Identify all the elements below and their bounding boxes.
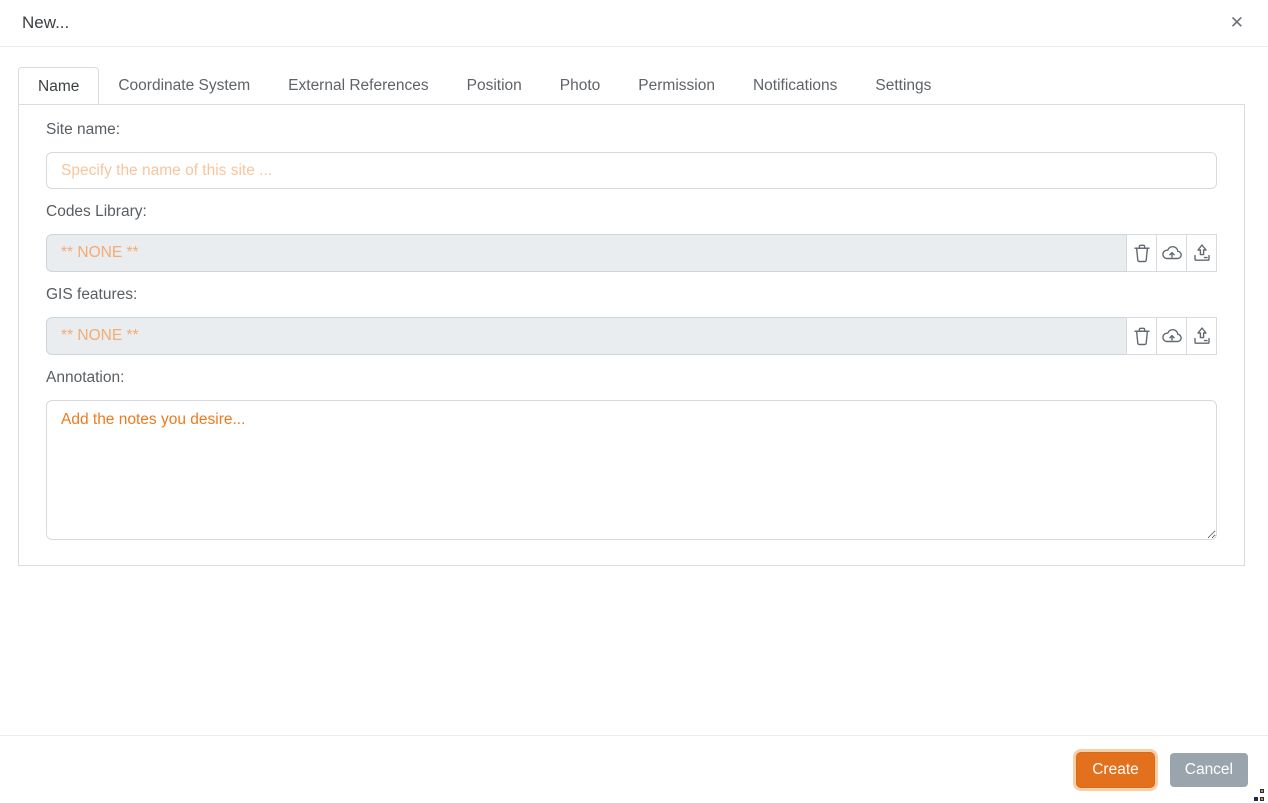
create-button[interactable]: Create bbox=[1076, 751, 1155, 788]
close-icon[interactable]: ✕ bbox=[1230, 12, 1244, 34]
tab-position[interactable]: Position bbox=[448, 67, 541, 104]
tab-notifications[interactable]: Notifications bbox=[734, 67, 856, 104]
gis-features-cloud-upload-button[interactable] bbox=[1156, 317, 1187, 355]
annotation-label: Annotation: bbox=[46, 369, 125, 386]
trash-icon bbox=[1133, 326, 1151, 346]
dialog-title: New... bbox=[22, 13, 70, 32]
gis-features-value[interactable] bbox=[46, 317, 1127, 355]
tab-external-references[interactable]: External References bbox=[269, 67, 447, 104]
cloud-upload-icon bbox=[1161, 244, 1183, 262]
tab-settings[interactable]: Settings bbox=[856, 67, 950, 104]
gis-features-delete-button[interactable] bbox=[1126, 317, 1157, 355]
tab-coordinate-system[interactable]: Coordinate System bbox=[99, 67, 269, 104]
window-resize-grip[interactable] bbox=[1254, 789, 1264, 801]
codes-library-label: Codes Library: bbox=[46, 203, 147, 220]
annotation-textarea[interactable] bbox=[46, 400, 1217, 540]
dialog-header: New... ✕ bbox=[0, 0, 1268, 47]
codes-library-delete-button[interactable] bbox=[1126, 234, 1157, 272]
codes-library-upload-file-button[interactable] bbox=[1186, 234, 1217, 272]
tab-photo[interactable]: Photo bbox=[541, 67, 620, 104]
upload-file-icon bbox=[1192, 326, 1212, 346]
gis-features-upload-file-button[interactable] bbox=[1186, 317, 1217, 355]
upload-file-icon bbox=[1192, 243, 1212, 263]
gis-features-label: GIS features: bbox=[46, 286, 138, 303]
codes-library-row bbox=[46, 234, 1217, 272]
cloud-upload-icon bbox=[1161, 327, 1183, 345]
codes-library-cloud-upload-button[interactable] bbox=[1156, 234, 1187, 272]
site-name-label: Site name: bbox=[46, 121, 121, 138]
trash-icon bbox=[1133, 243, 1151, 263]
gis-features-row bbox=[46, 317, 1217, 355]
codes-library-value[interactable] bbox=[46, 234, 1127, 272]
site-name-input[interactable] bbox=[46, 152, 1217, 189]
tab-bar: Name Coordinate System External Referenc… bbox=[18, 67, 1245, 104]
cancel-button[interactable]: Cancel bbox=[1169, 752, 1248, 787]
tab-name[interactable]: Name bbox=[18, 67, 100, 104]
tab-permission[interactable]: Permission bbox=[619, 67, 734, 104]
name-tab-panel: Site name: Codes Library: bbox=[18, 104, 1245, 566]
dialog-footer: Create Cancel bbox=[0, 735, 1268, 803]
